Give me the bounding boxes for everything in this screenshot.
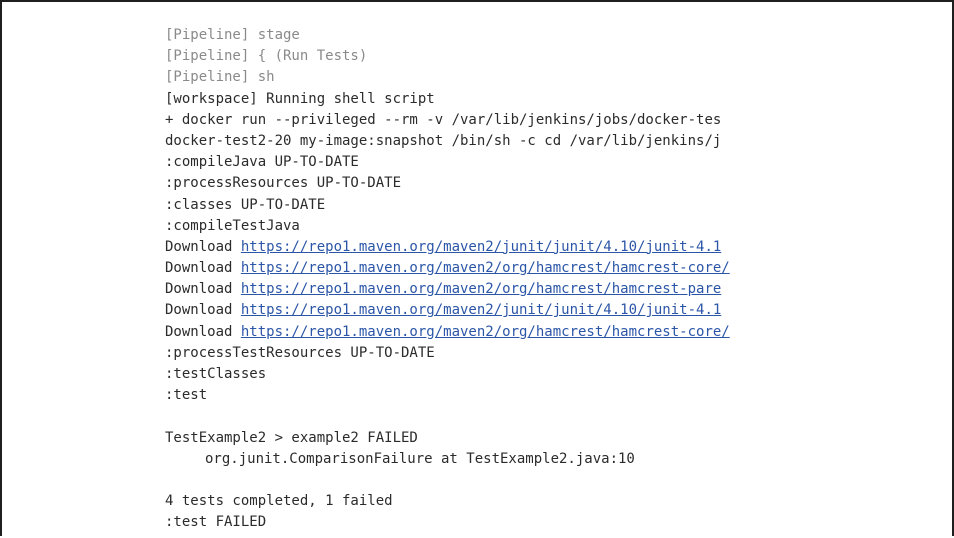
download-label: Download [165, 238, 241, 255]
log-line: :test [165, 387, 208, 404]
download-url-link[interactable]: https://repo1.maven.org/maven2/org/hamcr… [241, 260, 730, 276]
download-label: Download [165, 302, 241, 319]
log-line: :compileJava UP-TO-DATE [165, 154, 359, 171]
log-line: docker-test2-20 my-image:snapshot /bin/s… [165, 132, 722, 149]
download-url-link[interactable]: https://repo1.maven.org/maven2/org/hamcr… [241, 324, 730, 340]
pipeline-log-line: [Pipeline] { (Run Tests) [165, 48, 368, 65]
failure-detail-line: org.junit.ComparisonFailure at TestExamp… [205, 450, 635, 467]
download-url-link[interactable]: https://repo1.maven.org/maven2/junit/jun… [241, 302, 721, 318]
download-log-line: Download https://repo1.maven.org/maven2/… [165, 258, 810, 279]
download-log-line: Download https://repo1.maven.org/maven2/… [165, 279, 810, 300]
download-label: Download [165, 281, 241, 298]
download-url-link[interactable]: https://repo1.maven.org/maven2/org/hamcr… [241, 281, 721, 297]
log-line: :processResources UP-TO-DATE [165, 175, 402, 192]
pipeline-log-line: [Pipeline] sh [165, 69, 275, 86]
download-label: Download [165, 323, 241, 340]
log-line: :classes UP-TO-DATE [165, 196, 326, 213]
pipeline-log-line: [Pipeline] stage [165, 27, 300, 43]
console-output: [Pipeline] stage [Pipeline] { (Run Tests)… [165, 25, 810, 538]
log-line: + docker run --privileged --rm -v /var/l… [165, 111, 722, 128]
log-line: [workspace] Running shell script [165, 90, 435, 107]
log-line: 4 tests completed, 1 failed [165, 493, 393, 510]
download-log-line: Download https://repo1.maven.org/maven2/… [165, 322, 810, 343]
log-line: :test FAILED [165, 514, 267, 531]
download-label: Download [165, 260, 241, 277]
log-line: TestExample2 > example2 FAILED [165, 429, 418, 446]
log-line: :processTestResources UP-TO-DATE [165, 344, 435, 361]
log-line: :testClasses [165, 366, 267, 382]
download-log-line: Download https://repo1.maven.org/maven2/… [165, 237, 810, 258]
log-line: :compileTestJava [165, 217, 300, 234]
download-log-line: Download https://repo1.maven.org/maven2/… [165, 300, 810, 321]
download-url-link[interactable]: https://repo1.maven.org/maven2/junit/jun… [241, 239, 721, 255]
console-frame: [Pipeline] stage [Pipeline] { (Run Tests)… [0, 0, 954, 536]
